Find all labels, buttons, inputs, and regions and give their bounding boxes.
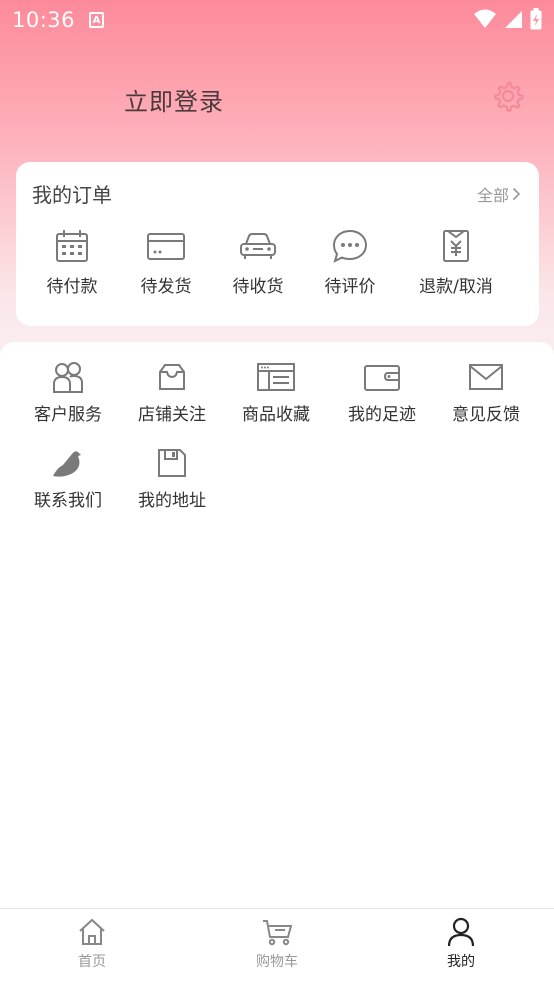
card-icon — [147, 233, 185, 260]
chevron-right-icon — [512, 187, 521, 201]
tab-mine[interactable]: 我的 — [401, 917, 521, 981]
chat-bubble-icon — [332, 229, 368, 263]
home-icon — [79, 918, 105, 945]
status-time: 10:36 — [12, 8, 76, 32]
order-pending-receipt[interactable]: 待收货 — [210, 228, 306, 308]
profile-header: 立即登录 — [0, 70, 554, 125]
inbox-tray-icon — [159, 364, 185, 390]
service-label: 意见反馈 — [452, 405, 520, 425]
service-contact-us[interactable]: 联系我们 — [16, 446, 120, 526]
wifi-icon — [474, 9, 496, 28]
my-orders-card: 我的订单 全部 待付款 待发货 待收货 待评价 退款/取消 — [16, 162, 539, 326]
order-refund-cancel[interactable]: 退款/取消 — [406, 228, 506, 308]
browser-window-icon — [257, 363, 295, 391]
signal-icon — [505, 11, 522, 28]
calendar-icon — [56, 230, 88, 262]
service-label: 商品收藏 — [242, 405, 310, 425]
my-orders-title: 我的订单 — [32, 183, 112, 207]
service-feedback[interactable]: 意见反馈 — [434, 360, 538, 440]
tab-label: 购物车 — [256, 954, 298, 970]
tab-label: 首页 — [78, 954, 106, 970]
order-item-label: 待评价 — [324, 277, 376, 297]
wallet-icon — [364, 365, 400, 391]
order-item-label: 待发货 — [140, 277, 192, 297]
user-icon — [447, 917, 475, 947]
service-store-follow[interactable]: 店铺关注 — [120, 360, 224, 440]
service-label: 我的地址 — [138, 491, 206, 511]
all-orders-label: 全部 — [476, 186, 509, 205]
status-bar: 10:36 A — [0, 0, 554, 40]
service-my-footprints[interactable]: 我的足迹 — [330, 360, 434, 440]
cart-icon — [263, 920, 293, 946]
tab-home[interactable]: 首页 — [32, 917, 152, 981]
order-item-label: 待付款 — [46, 277, 98, 297]
all-orders-link[interactable]: 全部 — [477, 182, 521, 206]
battery-charging-icon — [530, 8, 542, 30]
order-item-label: 待收货 — [232, 277, 284, 297]
service-label: 店铺关注 — [138, 405, 206, 425]
service-product-favorites[interactable]: 商品收藏 — [224, 360, 328, 440]
order-status-row: 待付款 待发货 待收货 待评价 退款/取消 — [16, 228, 539, 308]
customer-service-icon — [53, 362, 83, 393]
login-link[interactable]: 立即登录 — [124, 82, 224, 117]
service-label: 我的足迹 — [348, 405, 416, 425]
tab-label: 我的 — [447, 954, 475, 970]
mail-icon — [469, 364, 503, 390]
order-pending-review[interactable]: 待评价 — [302, 228, 398, 308]
status-icons — [474, 8, 542, 30]
services-card: 客户服务 店铺关注 商品收藏 我的足迹 意见反馈 联系我们 我的地址 — [0, 342, 554, 908]
bottom-tab-bar: 首页 购物车 我的 — [0, 908, 554, 984]
refund-receipt-icon — [443, 230, 469, 262]
service-label: 联系我们 — [34, 491, 102, 511]
notification-a-icon: A — [89, 12, 105, 28]
order-pending-shipment[interactable]: 待发货 — [118, 228, 214, 308]
settings-button[interactable] — [492, 80, 524, 112]
service-customer-service[interactable]: 客户服务 — [16, 360, 120, 440]
service-my-address[interactable]: 我的地址 — [120, 446, 224, 526]
bird-icon — [53, 451, 81, 477]
order-pending-payment[interactable]: 待付款 — [24, 228, 120, 308]
floppy-disk-icon — [158, 449, 186, 477]
service-label: 客户服务 — [34, 405, 102, 425]
order-item-label: 退款/取消 — [419, 277, 493, 297]
tab-cart[interactable]: 购物车 — [217, 917, 337, 981]
car-icon — [240, 233, 276, 259]
gear-icon — [494, 81, 524, 112]
